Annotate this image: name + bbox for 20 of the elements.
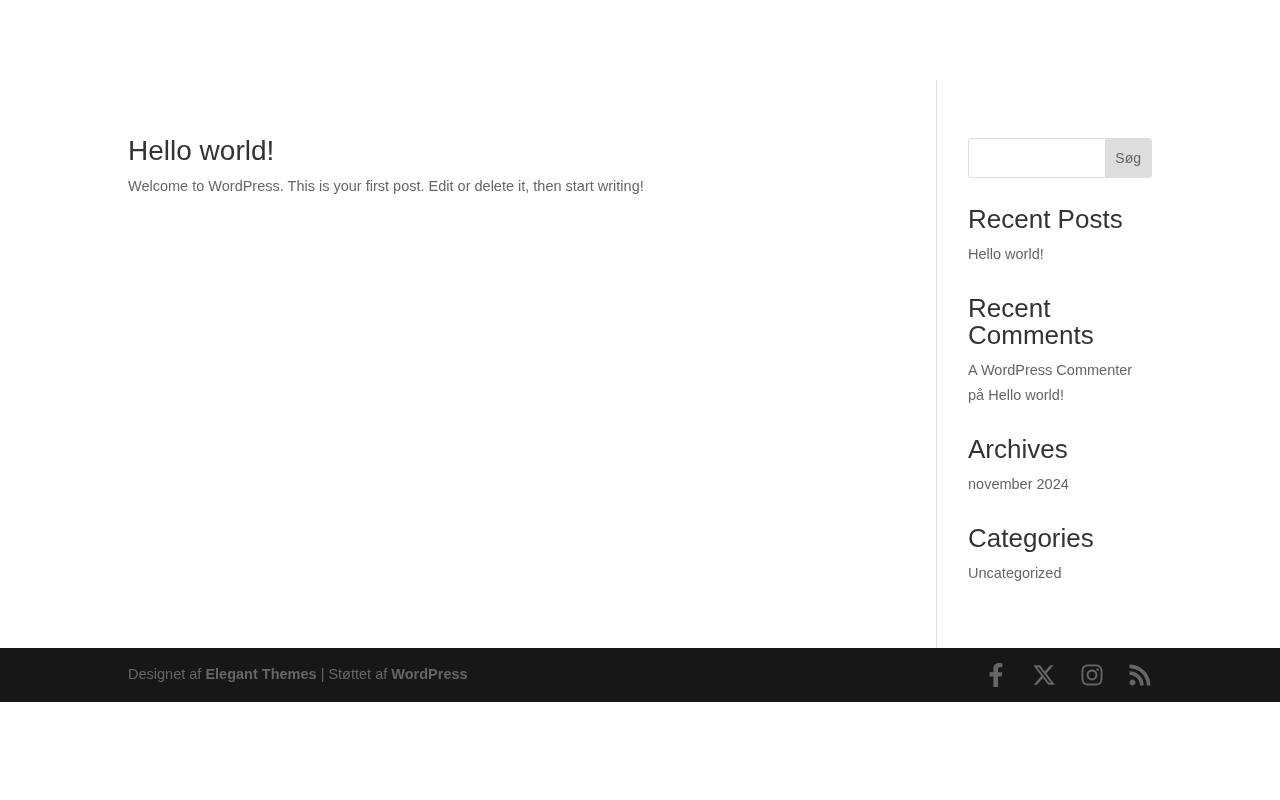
post-title[interactable]: Hello world! <box>128 136 906 166</box>
post-excerpt: Welcome to WordPress. This is your first post. Edit or delete it, then start writing! <box>128 177 645 196</box>
widget-link[interactable]: november 2024 <box>968 472 1152 497</box>
widget-title: Recent Posts <box>968 206 1124 233</box>
search-button[interactable]: Søg <box>1105 139 1151 177</box>
comment-entry: A WordPress Commenter på Hello world! <box>968 361 1134 405</box>
footer-credits: Designet af Elegant Themes | Støttet af WordPress <box>128 665 468 685</box>
wordpress-link[interactable]: WordPress <box>391 666 468 683</box>
search-field[interactable]: Søg <box>968 138 1152 178</box>
comment-author-link[interactable]: A WordPress Commenter <box>968 362 1133 378</box>
widget-title: Archives <box>968 436 1069 463</box>
widget-link[interactable]: Hello world! <box>968 242 1152 267</box>
comment-post-link[interactable]: Hello world! <box>988 387 1064 403</box>
instagram-icon[interactable] <box>1080 663 1104 687</box>
widget-title: Categories <box>968 525 1095 552</box>
rss-icon[interactable] <box>1128 663 1152 687</box>
widget-title: Recent Comments <box>968 295 1095 349</box>
x-icon[interactable] <box>1032 663 1056 687</box>
elegant-themes-link[interactable]: Elegant Themes <box>205 666 317 683</box>
widget-link[interactable]: Uncategorized <box>968 561 1152 586</box>
